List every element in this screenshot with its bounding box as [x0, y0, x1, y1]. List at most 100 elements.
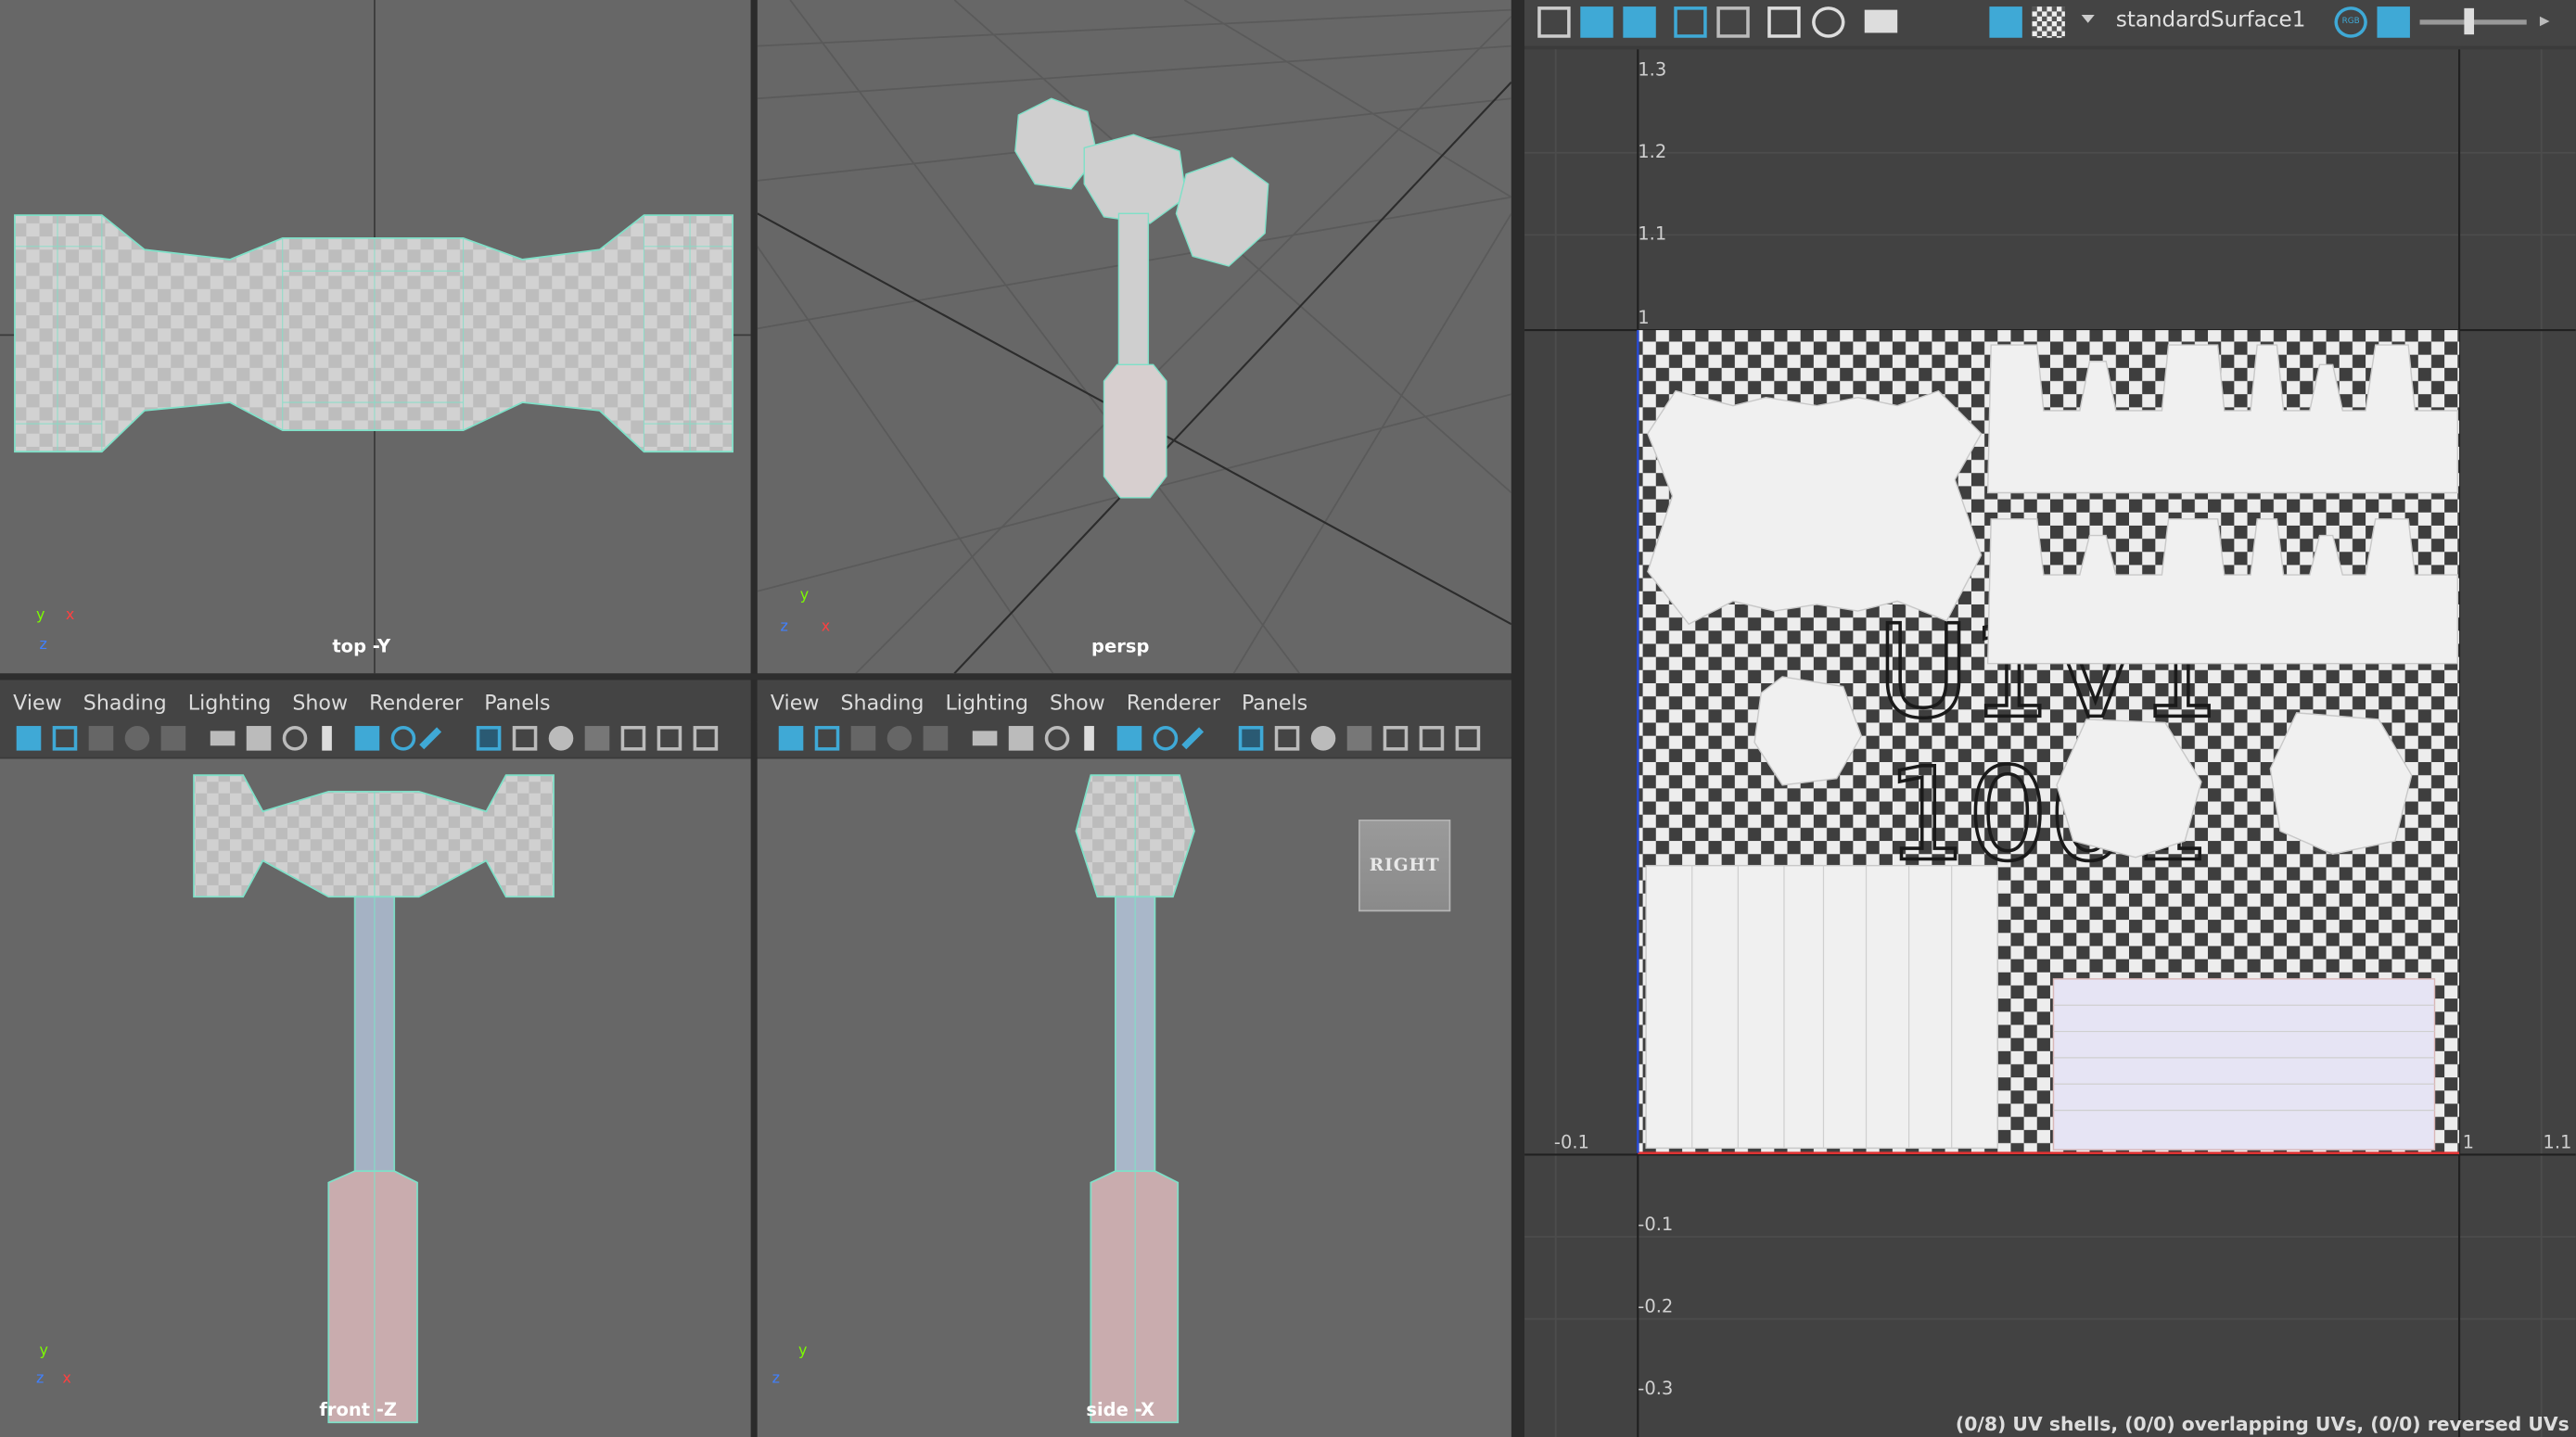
safe-action-icon[interactable] [419, 727, 442, 750]
uv-exposure-slider-handle[interactable] [2464, 7, 2475, 35]
grid-icon[interactable] [476, 726, 502, 751]
side-smooth-shade-icon[interactable] [1310, 726, 1336, 751]
side-isolate-icon[interactable] [1455, 726, 1481, 751]
menu-view[interactable]: View [13, 689, 62, 714]
uv-shell-grip [2052, 978, 2436, 1151]
menu-show[interactable]: Show [292, 689, 348, 714]
wireframe-icon[interactable] [512, 726, 538, 751]
menu-renderer[interactable]: Renderer [369, 689, 463, 714]
side-field-chart-icon[interactable] [1153, 726, 1179, 751]
textured-icon[interactable] [584, 726, 610, 751]
side-textured-icon[interactable] [1346, 726, 1372, 751]
viewport-top-label: top -Y [332, 635, 391, 657]
uv-snap-icon[interactable] [1716, 6, 1750, 38]
side-menu-shading[interactable]: Shading [840, 689, 924, 714]
uv-distortion-icon[interactable] [1623, 6, 1656, 38]
uv-layout-icon[interactable] [1537, 6, 1571, 38]
viewport-persp-canvas [757, 0, 1511, 674]
uv-u-tick-1.1: 1.1 [2543, 1131, 2572, 1153]
persp-head-right [1175, 157, 1269, 267]
hammer-top-mesh [14, 214, 734, 453]
uv-aperture-icon[interactable] [1812, 6, 1845, 38]
side-bookmark-icon[interactable] [850, 726, 876, 751]
film-gate-icon[interactable] [282, 726, 308, 751]
lighting-icon[interactable] [620, 726, 646, 751]
camera-attributes-icon[interactable] [52, 726, 78, 751]
viewport-top[interactable]: y x z top -Y [0, 0, 751, 674]
viewport-splitter-vertical[interactable] [750, 0, 758, 1437]
side-image-plane-icon[interactable] [886, 726, 912, 751]
side-menu-show[interactable]: Show [1050, 689, 1105, 714]
uv-material-dropdown-chevron-icon[interactable] [2081, 14, 2095, 23]
uv-v-tick-neg0.2: -0.2 [1638, 1295, 1674, 1317]
uv-material-name[interactable]: standardSurface1 [2116, 8, 2306, 33]
side-wireframe-icon[interactable] [1274, 726, 1300, 751]
side-select-camera-icon[interactable] [778, 726, 804, 751]
side-film-gate-icon[interactable] [1044, 726, 1070, 751]
uv-image-display-icon[interactable] [1989, 6, 2022, 38]
maya-window: y x z top -Y y z x persp View Shading Li… [0, 0, 2576, 1437]
uv-editor-toolbar: standardSurface1 RGB ▸ [1524, 0, 2576, 46]
uv-rgb-channel-icon[interactable]: RGB [2334, 6, 2367, 38]
side-grease-pencil-icon[interactable] [1008, 726, 1034, 751]
persp-axis-y: y [799, 588, 810, 604]
side-2d-pan-icon[interactable] [923, 726, 949, 751]
menu-panels[interactable]: Panels [484, 689, 550, 714]
side-grid-icon[interactable] [1238, 726, 1264, 751]
uv-toolbar-overflow-icon[interactable]: ▸ [2540, 8, 2557, 38]
side-camera-icon[interactable] [972, 731, 998, 746]
gate-mask-icon[interactable] [354, 726, 380, 751]
menu-lighting[interactable]: Lighting [188, 689, 272, 714]
side-safe-action-icon[interactable] [1181, 727, 1205, 750]
uv-checker-icon[interactable] [2032, 6, 2065, 38]
side-resolution-gate-icon[interactable] [1084, 726, 1094, 751]
side-menu-panels[interactable]: Panels [1242, 689, 1307, 714]
side-menu-view[interactable]: View [771, 689, 820, 714]
side-menu-lighting[interactable]: Lighting [945, 689, 1028, 714]
isolate-icon[interactable] [693, 726, 719, 751]
uv-v-tick-neg0.1: -0.1 [1638, 1214, 1674, 1236]
camera-icon[interactable] [210, 731, 236, 746]
persp-axis-z: z [780, 618, 788, 636]
side-gate-mask-icon[interactable] [1116, 726, 1142, 751]
2d-pan-icon[interactable] [160, 726, 186, 751]
front-axis-x: x [62, 1371, 71, 1389]
uv-tile-grid-icon[interactable] [1767, 6, 1801, 38]
grease-pencil-icon[interactable] [246, 726, 272, 751]
uv-editor-canvas[interactable]: U1V1 1001 1.3 1.2 1.1 1 -0.1 -0.2 -0.3 -… [1524, 49, 2576, 1437]
uv-shaded-icon[interactable] [1580, 6, 1613, 38]
image-plane-icon[interactable] [124, 726, 150, 751]
view-cube[interactable]: RIGHT [1358, 820, 1451, 912]
side-lighting-icon[interactable] [1383, 726, 1409, 751]
side-panel-toolbar [757, 720, 1511, 757]
bookmark-icon[interactable] [88, 726, 114, 751]
uv-shell-head-cross [1647, 389, 1983, 626]
resolution-gate-icon[interactable] [322, 726, 332, 751]
select-camera-icon[interactable] [16, 726, 42, 751]
front-head-mesh [193, 774, 555, 898]
uv-v-tick-1.2: 1.2 [1638, 141, 1667, 163]
shadows-icon[interactable] [657, 726, 682, 751]
viewport-front[interactable]: y z x front -Z [0, 758, 751, 1437]
uv-u-tick-neg0.1: -0.1 [1553, 1131, 1589, 1153]
persp-axis-x: x [821, 618, 831, 636]
side-menu-renderer[interactable]: Renderer [1127, 689, 1220, 714]
uv-panel-splitter[interactable] [1511, 0, 1525, 1437]
viewport-splitter-horizontal[interactable] [0, 673, 1511, 680]
side-axis-y: y [797, 1343, 808, 1360]
field-chart-icon[interactable] [390, 726, 416, 751]
uv-snapshot-camera-icon[interactable] [1864, 9, 1898, 33]
uv-exposure-icon[interactable] [2377, 6, 2410, 38]
menu-shading[interactable]: Shading [83, 689, 167, 714]
viewport-side-label: side -X [1086, 1399, 1155, 1421]
uv-grid-icon[interactable] [1674, 6, 1707, 38]
uv-v-tick-neg0.3: -0.3 [1638, 1378, 1674, 1400]
side-shadows-icon[interactable] [1419, 726, 1445, 751]
smooth-shade-icon[interactable] [548, 726, 574, 751]
side-camera-attributes-icon[interactable] [814, 726, 840, 751]
uv-v-tick-1: 1 [1638, 307, 1650, 329]
viewport-top-canvas [0, 0, 751, 674]
front-axis-y: y [39, 1343, 48, 1360]
viewport-persp[interactable]: y z x persp [757, 0, 1511, 674]
persp-head-mid [1083, 134, 1187, 224]
